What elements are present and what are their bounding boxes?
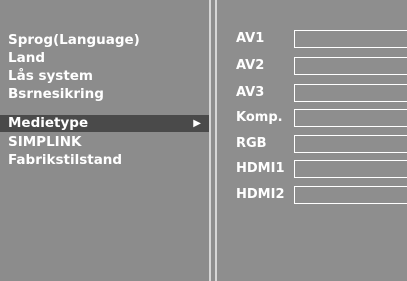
menu-item-child-lock[interactable]: Bsrnesikring — [8, 86, 104, 103]
input-list-panel: AV1 AV2 AV3 Komp. RGB HDMI1 HDMI2 — [215, 0, 407, 281]
menu-item-media-type[interactable]: Medietype ▶ — [0, 115, 209, 132]
input-name-field[interactable] — [294, 84, 407, 102]
input-name-field[interactable] — [294, 109, 407, 127]
menu-item-lock-system[interactable]: Lås system — [8, 68, 93, 85]
menu-item-simplink[interactable]: SIMPLINK — [8, 134, 81, 151]
menu-item-label: Lås system — [8, 68, 93, 84]
menu-item-factory-reset[interactable]: Fabrikstilstand — [8, 152, 122, 169]
input-label: HDMI1 — [236, 161, 285, 176]
input-name-field[interactable] — [294, 57, 407, 75]
input-label: Komp. — [236, 110, 283, 125]
input-label: AV3 — [236, 85, 265, 100]
menu-item-language[interactable]: Sprog(Language) — [8, 32, 140, 49]
menu-item-label: Land — [8, 50, 45, 66]
input-name-field[interactable] — [294, 160, 407, 178]
input-label: HDMI2 — [236, 187, 285, 202]
menu-item-label: Fabrikstilstand — [8, 152, 123, 168]
input-name-field[interactable] — [294, 186, 407, 204]
menu-item-country[interactable]: Land — [8, 50, 45, 67]
menu-item-label: Medietype — [8, 115, 89, 131]
input-label: RGB — [236, 136, 267, 151]
input-label: AV1 — [236, 31, 265, 46]
input-name-field[interactable] — [294, 30, 407, 48]
input-label: AV2 — [236, 58, 265, 73]
menu-item-label: Sprog(Language) — [8, 32, 140, 48]
menu-item-label: SIMPLINK — [8, 134, 82, 150]
tv-menu-screen: Sprog(Language) Land Lås system Bsrnesik… — [0, 0, 407, 281]
submenu-arrow-icon: ▶ — [193, 118, 201, 129]
menu-item-label: Bsrnesikring — [8, 86, 104, 102]
main-menu-panel: Sprog(Language) Land Lås system Bsrnesik… — [0, 0, 211, 281]
input-name-field[interactable] — [294, 135, 407, 153]
